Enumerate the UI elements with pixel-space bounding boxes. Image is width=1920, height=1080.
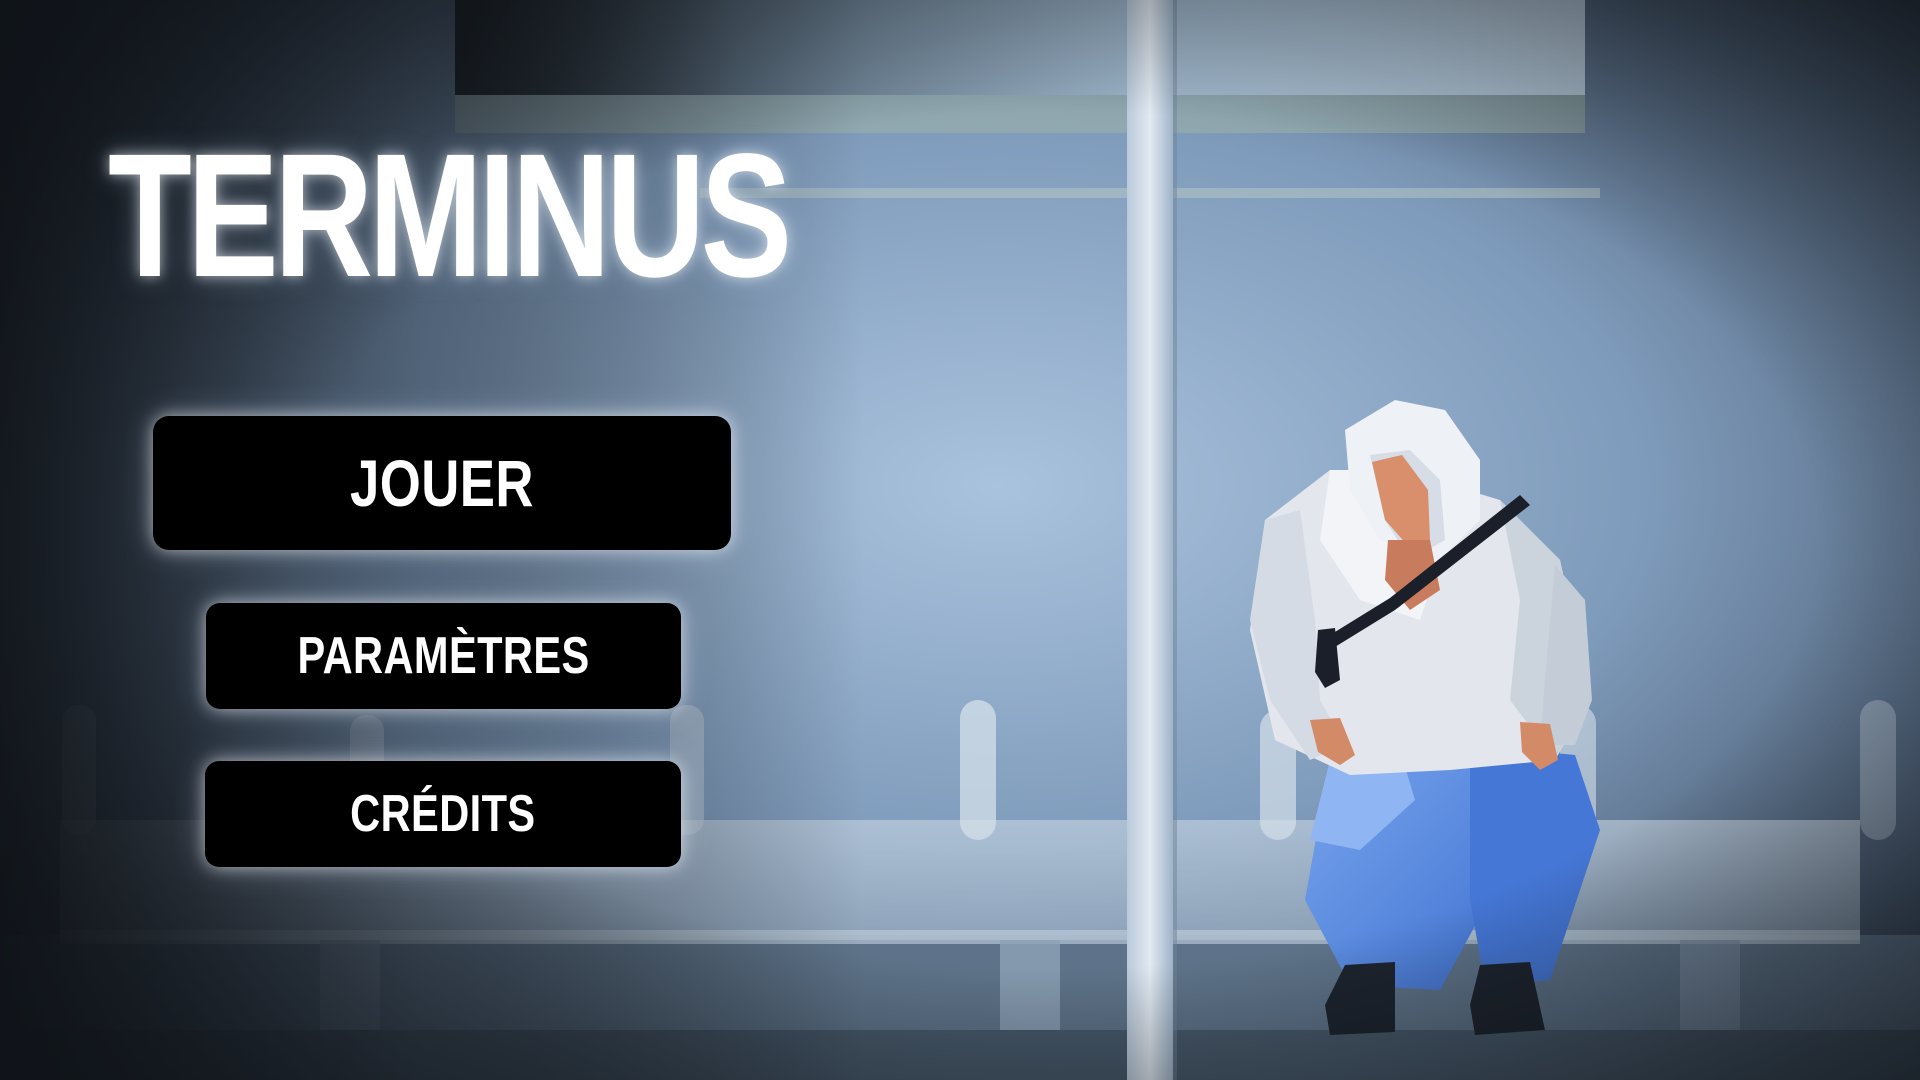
title-screen: TERMINUS JOUER PARAMÈTRES CRÉDITS [0,0,1920,1080]
settings-button[interactable]: PARAMÈTRES [206,603,681,709]
settings-button-label: PARAMÈTRES [297,627,590,685]
play-button-label: JOUER [350,446,534,520]
credits-button[interactable]: CRÉDITS [205,761,681,867]
game-title: TERMINUS [108,118,792,314]
play-button[interactable]: JOUER [153,416,731,550]
credits-button-label: CRÉDITS [350,785,536,843]
